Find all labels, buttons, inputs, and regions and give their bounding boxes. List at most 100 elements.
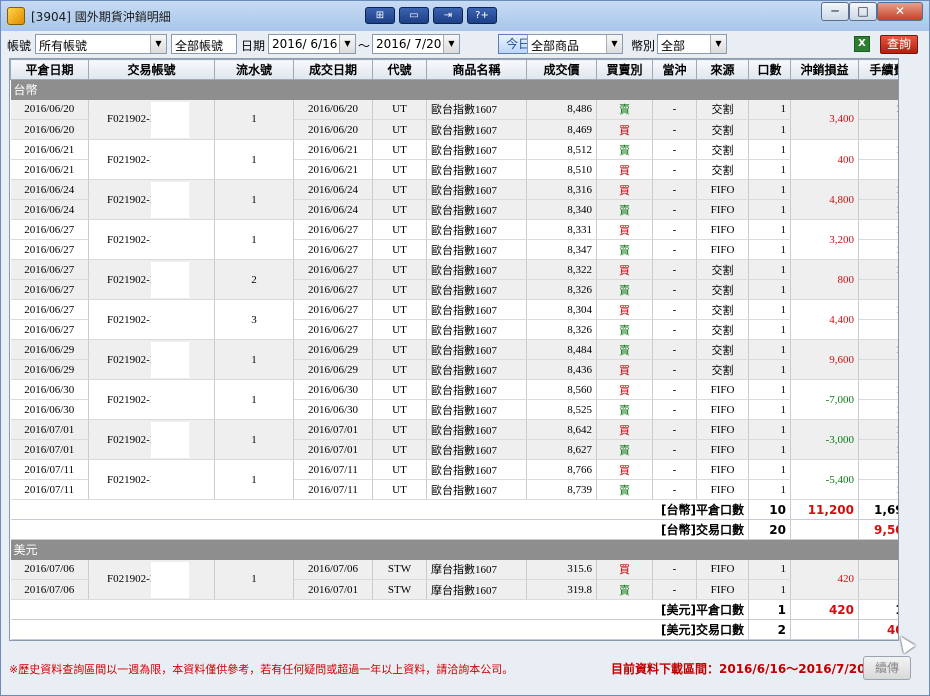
price-cell: 8,436 xyxy=(526,359,597,380)
trade-date-cell: 2016/06/27 xyxy=(293,219,373,240)
window-title: [3904] 國外期貨沖銷明細 xyxy=(31,10,171,24)
table-row[interactable]: 2016/06/27F021902-P02-732016/06/27UT歐台指數… xyxy=(10,299,898,340)
serial-cell: 1 xyxy=(214,219,294,260)
table-row[interactable]: 2016/07/06F021902-P02-712016/07/06STW摩台指… xyxy=(10,559,898,600)
column-header[interactable]: 買賣別 xyxy=(596,59,653,80)
table-row[interactable]: 2016/06/27F021902-P02-722016/06/27UT歐台指數… xyxy=(10,259,898,300)
close-date-cell: 2016/06/30 xyxy=(10,379,89,400)
pnl-cell: 3,200 xyxy=(790,219,859,260)
pnl-cell: 4,400 xyxy=(790,299,859,340)
trade-date-cell: 2016/06/24 xyxy=(293,199,373,220)
date-from-picker[interactable]: 2016/ 6/16 ▼ xyxy=(268,34,356,54)
excel-icon[interactable]: X xyxy=(854,36,870,52)
trade-date-cell: 2016/06/27 xyxy=(293,259,373,280)
group-header-row: 台幣 xyxy=(10,79,898,100)
trade-date-cell: 2016/06/27 xyxy=(293,319,373,340)
table-row[interactable]: 2016/06/20F021902-P02-712016/06/20UT歐台指數… xyxy=(10,99,898,140)
side-cell: 賣 xyxy=(596,339,653,360)
table-row[interactable]: 2016/07/11F021902-P02-712016/07/11UT歐台指數… xyxy=(10,459,898,500)
column-header[interactable]: 流水號 xyxy=(214,59,294,80)
filter-toolbar: 帳號 所有帳號 ▼ 全部帳號 日期 2016/ 6/16 ▼ ～ 2016/ 7/2… xyxy=(1,31,929,57)
close-date-cell: 2016/06/27 xyxy=(10,259,89,280)
date-from-value: 2016/ 6/16 xyxy=(272,37,338,51)
table-row[interactable]: 2016/06/27F021902-P02-712016/06/27UT歐台指數… xyxy=(10,219,898,260)
daytrade-cell: - xyxy=(652,199,697,220)
fee-cell: 113 xyxy=(858,299,898,320)
product-name-cell: 歐台指數1607 xyxy=(426,339,527,360)
side-cell: 賣 xyxy=(596,279,653,300)
pnl-cell: 800 xyxy=(790,259,859,300)
column-header[interactable]: 手續費 xyxy=(858,59,898,80)
trade-date-cell: 2016/06/21 xyxy=(293,159,373,180)
close-date-cell: 2016/06/30 xyxy=(10,399,89,420)
minimize-button[interactable]: ─ xyxy=(821,2,849,21)
code-cell: UT xyxy=(372,319,427,340)
maximize-button[interactable]: □ xyxy=(849,2,877,21)
close-date-cell: 2016/06/27 xyxy=(10,319,89,340)
column-header[interactable]: 商品名稱 xyxy=(426,59,527,80)
price-cell: 8,512 xyxy=(526,139,597,160)
fee-cell: 113 xyxy=(858,179,898,200)
fee-cell: 113 xyxy=(858,379,898,400)
fee-cell: 113 xyxy=(858,439,898,460)
table-row[interactable]: 2016/06/24F021902-P02-712016/06/24UT歐台指數… xyxy=(10,179,898,220)
code-cell: UT xyxy=(372,479,427,500)
table-row[interactable]: 2016/06/29F021902-P02-712016/06/29UT歐台指數… xyxy=(10,339,898,380)
side-cell: 買 xyxy=(596,419,653,440)
account-select-value: 所有帳號 xyxy=(39,39,88,53)
account-cell: F021902-P02-7 xyxy=(88,139,215,180)
summary-pnl xyxy=(790,519,859,540)
redaction-block xyxy=(151,182,189,218)
fee-cell: 6 xyxy=(858,579,898,600)
table-row[interactable]: 2016/06/21F021902-P02-712016/06/21UT歐台指數… xyxy=(10,139,898,180)
daytrade-cell: - xyxy=(652,259,697,280)
qty-cell: 1 xyxy=(748,379,791,400)
product-name-cell: 歐台指數1607 xyxy=(426,199,527,220)
account-text-field[interactable]: 全部帳號 xyxy=(171,34,237,54)
side-cell: 賣 xyxy=(596,479,653,500)
product-name-cell: 歐台指數1607 xyxy=(426,419,527,440)
code-cell: UT xyxy=(372,159,427,180)
code-cell: UT xyxy=(372,419,427,440)
help-icon[interactable]: ?+ xyxy=(467,7,497,24)
window-icon[interactable]: ▭ xyxy=(399,7,429,24)
fee-cell: 0 xyxy=(858,359,898,380)
product-select[interactable]: 全部商品 ▼ xyxy=(527,34,623,54)
daytrade-cell: - xyxy=(652,359,697,380)
product-name-cell: 摩台指數1607 xyxy=(426,579,527,600)
qty-cell: 1 xyxy=(748,439,791,460)
query-button[interactable]: 查詢 xyxy=(880,35,918,54)
pnl-cell: 9,600 xyxy=(790,339,859,380)
source-cell: FIFO xyxy=(696,439,749,460)
column-header[interactable]: 沖銷損益 xyxy=(790,59,859,80)
table-row[interactable]: 2016/06/30F021902-P02-712016/06/30UT歐台指數… xyxy=(10,379,898,420)
summary-pnl xyxy=(790,619,859,640)
layout-icon[interactable]: ⊞ xyxy=(365,7,395,24)
product-name-cell: 歐台指數1607 xyxy=(426,139,527,160)
column-header[interactable]: 交易帳號 xyxy=(88,59,215,80)
column-header[interactable]: 當沖 xyxy=(652,59,697,80)
currency-select[interactable]: 全部 ▼ xyxy=(657,34,727,54)
fee-cell: 113 xyxy=(858,459,898,480)
price-cell: 8,766 xyxy=(526,459,597,480)
close-button[interactable]: ✕ xyxy=(877,2,923,21)
account-select[interactable]: 所有帳號 ▼ xyxy=(35,34,167,54)
serial-cell: 1 xyxy=(214,339,294,380)
product-name-cell: 歐台指數1607 xyxy=(426,459,527,480)
resend-button[interactable]: 續傳 xyxy=(863,656,911,680)
qty-cell: 1 xyxy=(748,259,791,280)
daytrade-cell: - xyxy=(652,439,697,460)
product-name-cell: 歐台指數1607 xyxy=(426,99,527,120)
column-header[interactable]: 來源 xyxy=(696,59,749,80)
column-header[interactable]: 成交價 xyxy=(526,59,597,80)
code-cell: UT xyxy=(372,199,427,220)
summary-label: [美元]平倉口數 xyxy=(10,599,749,620)
date-to-picker[interactable]: 2016/ 7/20 ▼ xyxy=(372,34,460,54)
column-header[interactable]: 成交日期 xyxy=(293,59,373,80)
column-header[interactable]: 平倉日期 xyxy=(10,59,89,80)
column-header[interactable]: 口數 xyxy=(748,59,791,80)
fee-cell: 113 xyxy=(858,139,898,160)
column-header[interactable]: 代號 xyxy=(372,59,427,80)
table-row[interactable]: 2016/07/01F021902-P02-712016/07/01UT歐台指數… xyxy=(10,419,898,460)
export-icon[interactable]: ⇥ xyxy=(433,7,463,24)
